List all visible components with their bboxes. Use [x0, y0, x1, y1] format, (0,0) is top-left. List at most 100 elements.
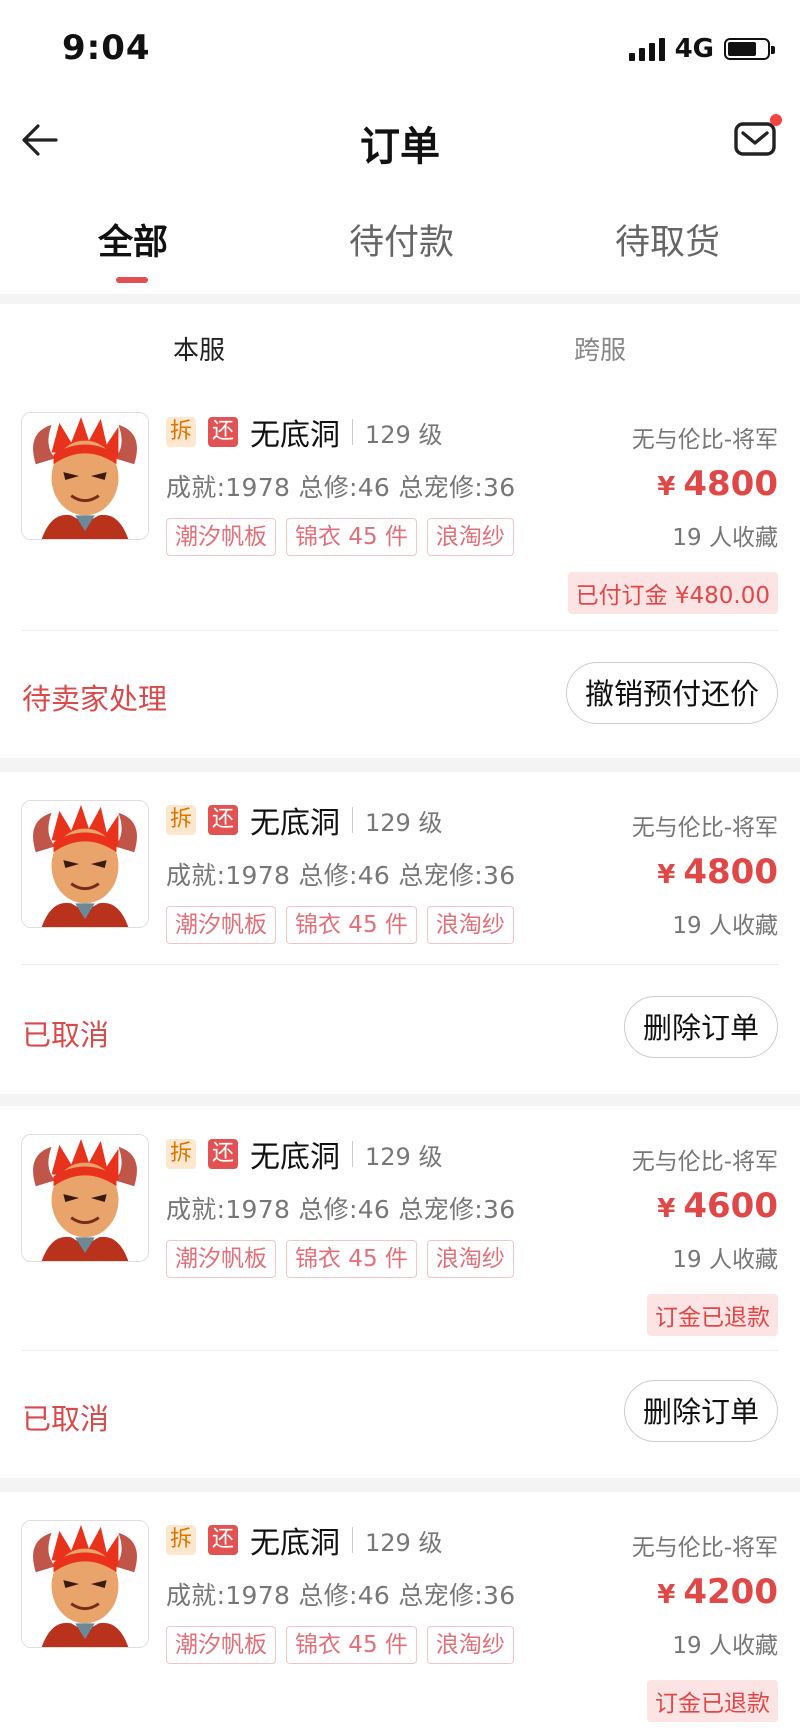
cancel-prepaid-offer-button[interactable]: 撤销预付还价 [565, 662, 778, 724]
character-level: 129 级 [365, 420, 443, 449]
battery-icon [724, 38, 775, 60]
item-chip: 浪淘纱 [426, 1626, 514, 1664]
item-title-row: 拆 还 无底洞 129 级 [166, 1520, 443, 1561]
character-portrait-icon [22, 413, 148, 539]
item-chip: 锦衣 45 件 [286, 1240, 417, 1278]
delete-order-button[interactable]: 删除订单 [623, 996, 778, 1058]
item-chip: 浪淘纱 [426, 1240, 514, 1278]
tag-huan: 还 [208, 417, 238, 447]
card-divider [21, 630, 779, 631]
item-chip: 潮汐帆板 [166, 1240, 276, 1278]
price: ¥4800 [657, 852, 778, 892]
subtab-local-server[interactable]: 本服 [173, 330, 225, 367]
status-time: 9:04 [62, 28, 151, 68]
favorites-count: 19 人收藏 [672, 1247, 778, 1273]
order-card[interactable]: 拆 还 无底洞 129 级 成就:1978 总修:46 总宠修:36 潮汐帆板 … [0, 772, 800, 1094]
item-chip: 潮汐帆板 [166, 518, 276, 556]
price: ¥4600 [657, 1186, 778, 1226]
server-tabs: 本服 跨服 [0, 304, 800, 384]
item-chips: 潮汐帆板 锦衣 45 件 浪淘纱 [166, 1240, 514, 1278]
item-chip: 锦衣 45 件 [286, 1626, 417, 1664]
item-chip: 浪淘纱 [426, 518, 514, 556]
tag-chai: 拆 [166, 1525, 196, 1555]
item-title-row: 拆 还 无底洞 129 级 [166, 800, 443, 841]
tag-chai: 拆 [166, 805, 196, 835]
character-stats: 成就:1978 总修:46 总宠修:36 [166, 1195, 516, 1224]
character-portrait-icon [22, 1135, 148, 1261]
item-chip: 浪淘纱 [426, 906, 514, 944]
character-stats: 成就:1978 总修:46 总宠修:36 [166, 861, 516, 890]
item-chip: 锦衣 45 件 [286, 518, 417, 556]
character-avatar [21, 800, 149, 928]
item-chip: 潮汐帆板 [166, 906, 276, 944]
tab-all[interactable]: 全部 [98, 214, 168, 265]
favorites-count: 19 人收藏 [672, 1633, 778, 1659]
network-label: 4G [674, 34, 714, 64]
item-chips: 潮汐帆板 锦衣 45 件 浪淘纱 [166, 906, 514, 944]
price-value: 4200 [683, 1572, 778, 1612]
status-indicators: 4G [628, 34, 775, 64]
item-chip: 锦衣 45 件 [286, 906, 417, 944]
item-title-row: 拆 还 无底洞 129 级 [166, 1134, 443, 1175]
status-bar: 9:04 4G [0, 0, 800, 96]
unread-dot [770, 114, 782, 126]
divider [352, 1527, 353, 1553]
item-title-row: 拆 还 无底洞 129 级 [166, 412, 443, 453]
price-value: 4800 [683, 464, 778, 504]
price: ¥4200 [657, 1572, 778, 1612]
active-tab-indicator [116, 277, 148, 283]
character-name: 无底洞 [250, 1526, 340, 1561]
character-level: 129 级 [365, 1142, 443, 1171]
tag-chai: 拆 [166, 1139, 196, 1169]
delete-order-button[interactable]: 删除订单 [623, 1380, 778, 1442]
character-stats: 成就:1978 总修:46 总宠修:36 [166, 473, 516, 502]
favorites-count: 19 人收藏 [672, 913, 778, 939]
tag-huan: 还 [208, 1139, 238, 1169]
tag-huan: 还 [208, 805, 238, 835]
order-tabs: 全部 待付款 待取货 [0, 184, 800, 294]
card-divider [21, 964, 779, 965]
server-name: 无与伦比-将军 [631, 1149, 778, 1175]
divider [352, 419, 353, 445]
order-card[interactable]: 拆 还 无底洞 129 级 成就:1978 总修:46 总宠修:36 潮汐帆板 … [0, 384, 800, 758]
character-name: 无底洞 [250, 418, 340, 453]
currency-symbol: ¥ [657, 1580, 676, 1610]
currency-symbol: ¥ [657, 472, 676, 502]
order-card[interactable]: 拆 还 无底洞 129 级 成就:1978 总修:46 总宠修:36 潮汐帆板 … [0, 1492, 800, 1732]
server-name: 无与伦比-将军 [631, 427, 778, 453]
refund-badge: 订金已退款 [647, 1294, 778, 1336]
signal-icon [628, 37, 665, 61]
character-avatar [21, 1520, 149, 1648]
order-card[interactable]: 拆 还 无底洞 129 级 成就:1978 总修:46 总宠修:36 潮汐帆板 … [0, 1106, 800, 1478]
tag-chai: 拆 [166, 417, 196, 447]
character-level: 129 级 [365, 808, 443, 837]
tab-pending-pickup[interactable]: 待取货 [615, 214, 720, 265]
price-value: 4600 [683, 1186, 778, 1226]
character-avatar [21, 1134, 149, 1262]
deposit-badge: 已付订金 ¥480.00 [567, 572, 778, 614]
divider [352, 1141, 353, 1167]
character-level: 129 级 [365, 1528, 443, 1557]
tag-huan: 还 [208, 1525, 238, 1555]
item-chips: 潮汐帆板 锦衣 45 件 浪淘纱 [166, 518, 514, 556]
order-status: 待卖家处理 [22, 682, 168, 716]
currency-symbol: ¥ [657, 860, 676, 890]
refund-badge: 订金已退款 [647, 1680, 778, 1722]
currency-symbol: ¥ [657, 1194, 676, 1224]
card-divider [21, 1350, 779, 1351]
character-name: 无底洞 [250, 1140, 340, 1175]
price-value: 4800 [683, 852, 778, 892]
page-title: 订单 [360, 124, 440, 170]
favorites-count: 19 人收藏 [672, 525, 778, 551]
order-status: 已取消 [22, 1402, 110, 1436]
order-status: 已取消 [22, 1018, 110, 1052]
divider [352, 807, 353, 833]
item-chip: 潮汐帆板 [166, 1626, 276, 1664]
price: ¥4800 [657, 464, 778, 504]
subtab-cross-server[interactable]: 跨服 [574, 330, 626, 367]
tab-pending-payment[interactable]: 待付款 [349, 214, 454, 265]
character-avatar [21, 412, 149, 540]
character-portrait-icon [22, 1521, 148, 1647]
server-name: 无与伦比-将军 [631, 1535, 778, 1561]
character-portrait-icon [22, 801, 148, 927]
